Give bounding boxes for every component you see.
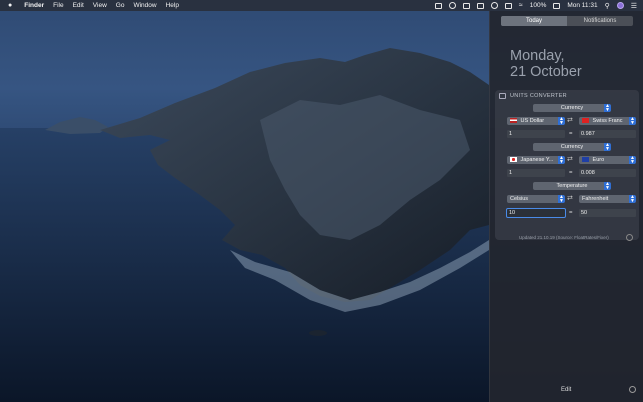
chevron-updown-icon: ▲ ▼ (629, 117, 636, 125)
chevron-updown-icon: ▲ ▼ (558, 156, 565, 164)
from-unit-select-3[interactable]: Celsius ▲ ▼ (507, 195, 565, 203)
chevron-updown-icon: ▲ ▼ (629, 195, 636, 203)
chevron-updown-icon: ▲ ▼ (629, 156, 636, 164)
tab-today[interactable]: Today (501, 16, 567, 26)
widget-title: UNITS CONVERTER (510, 93, 567, 99)
result-field-2: 0.008 (579, 169, 636, 177)
equals-sign: = (569, 131, 573, 137)
to-unit-label: Fahrenheit (582, 196, 609, 202)
us-flag-icon (510, 118, 517, 124)
last-updated-note: Updated 21.10.19 (Source: FloatRates/Fix… (519, 235, 609, 240)
battery-icon[interactable] (553, 2, 561, 9)
result-field-3: 50 (579, 209, 636, 217)
chevron-updown-icon: ▲ ▼ (604, 182, 611, 190)
dropbox-icon[interactable] (434, 2, 442, 9)
units-converter-icon (499, 93, 506, 99)
swap-units-icon[interactable]: ⇄ (567, 195, 573, 203)
date-day-month: 21 October (510, 64, 582, 80)
date-weekday: Monday, (510, 48, 565, 64)
category-select-currency-2[interactable]: Currency ▲ ▼ (533, 143, 611, 151)
from-unit-label: Japanese Y... (520, 157, 554, 163)
menu-go[interactable]: Go (116, 2, 125, 9)
menu-app-finder[interactable]: Finder (24, 2, 44, 9)
category-label: Currency (560, 105, 584, 111)
airplay-icon[interactable] (476, 2, 484, 9)
result-field: 0.987 (579, 130, 636, 138)
from-unit-label: US Dollar (520, 118, 545, 124)
siri-icon[interactable] (616, 2, 624, 9)
to-unit-select[interactable]: Swiss Franc ▲ ▼ (579, 117, 636, 125)
menu-edit[interactable]: Edit (73, 2, 84, 9)
widget-header: UNITS CONVERTER (499, 93, 567, 99)
wifi-icon[interactable]: ≈ (519, 2, 523, 9)
to-unit-select-3[interactable]: Fahrenheit ▲ ▼ (579, 195, 636, 203)
to-unit-label: Swiss Franc (592, 118, 623, 124)
battery-percent[interactable]: 100% (530, 2, 547, 9)
chevron-updown-icon: ▲ ▼ (604, 104, 611, 112)
category-select-currency[interactable]: Currency ▲ ▼ (533, 104, 611, 112)
menu-bar: ● Finder File Edit View Go Window Help ≈… (0, 0, 643, 11)
from-unit-label: Celsius (510, 196, 529, 202)
equals-sign: = (569, 170, 573, 176)
category-select-temperature[interactable]: Temperature ▲ ▼ (533, 182, 611, 190)
notification-center-icon[interactable]: ☰ (631, 2, 637, 10)
notification-center-panel: Today Notifications Monday, 21 October U… (489, 11, 643, 402)
creative-cloud-icon[interactable] (448, 2, 456, 9)
japan-flag-icon (510, 157, 517, 163)
tab-notifications[interactable]: Notifications (567, 16, 633, 26)
status-app-icon[interactable] (462, 2, 470, 9)
to-unit-select-2[interactable]: Euro ▲ ▼ (579, 156, 636, 164)
menu-help[interactable]: Help (166, 2, 179, 9)
keyboard-icon[interactable] (504, 2, 512, 9)
eu-flag-icon (582, 157, 589, 163)
swap-units-icon[interactable]: ⇄ (567, 156, 573, 164)
equals-sign: = (569, 210, 573, 216)
apple-menu-icon[interactable]: ● (8, 2, 12, 9)
category-label: Currency (560, 144, 584, 150)
chevron-updown-icon: ▲ ▼ (558, 195, 565, 203)
menu-file[interactable]: File (53, 2, 63, 9)
to-unit-label: Euro (592, 157, 605, 163)
from-unit-select-2[interactable]: Japanese Y... ▲ ▼ (507, 156, 565, 164)
swiss-flag-icon (582, 118, 589, 124)
time-machine-icon[interactable] (490, 2, 498, 9)
menubar-clock[interactable]: Mon 11:31 (567, 2, 597, 9)
date-heading: Monday, 21 October (510, 48, 582, 80)
today-notifications-segmented-control: Today Notifications (501, 16, 633, 26)
amount-input-3[interactable]: 10 (507, 209, 565, 217)
chevron-updown-icon: ▲ ▼ (604, 143, 611, 151)
amount-input[interactable]: 1 (507, 130, 565, 138)
units-converter-widget: UNITS CONVERTER Currency ▲ ▼ US Dollar ▲ ▼… (495, 90, 639, 241)
category-label: Temperature (556, 183, 588, 189)
chevron-updown-icon: ▲ ▼ (558, 117, 565, 125)
spotlight-search-icon[interactable]: ⚲ (605, 2, 610, 10)
swap-units-icon[interactable]: ⇄ (567, 117, 573, 125)
menu-view[interactable]: View (93, 2, 107, 9)
notification-settings-gear-icon[interactable] (629, 386, 636, 393)
widget-settings-gear-icon[interactable] (626, 234, 633, 241)
amount-input-2[interactable]: 1 (507, 169, 565, 177)
menu-window[interactable]: Window (133, 2, 156, 9)
edit-widgets-button[interactable]: Edit (561, 387, 571, 393)
from-unit-select[interactable]: US Dollar ▲ ▼ (507, 117, 565, 125)
